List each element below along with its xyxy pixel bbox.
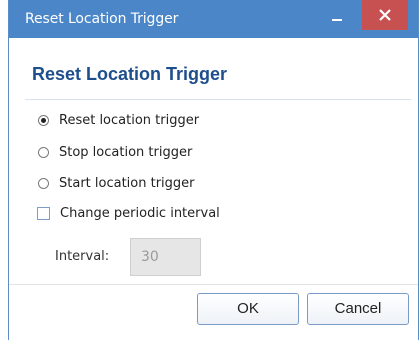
interval-input[interactable] — [130, 238, 201, 276]
radio-button-selected[interactable] — [38, 114, 49, 126]
change-periodic-interval-checkbox[interactable] — [37, 206, 50, 220]
radio-button[interactable] — [38, 177, 49, 189]
change-periodic-interval-checkbox-row[interactable]: Change periodic interval — [37, 203, 220, 223]
radio-start-location-trigger[interactable]: Start location trigger — [38, 173, 195, 193]
title-bar[interactable]: Reset Location Trigger — [9, 0, 418, 38]
radio-button[interactable] — [38, 146, 49, 158]
footer-divider — [9, 284, 418, 285]
radio-label: Start location trigger — [59, 175, 195, 191]
radio-label: Reset location trigger — [59, 112, 200, 128]
radio-reset-location-trigger[interactable]: Reset location trigger — [38, 110, 199, 130]
interval-label: Interval: — [55, 249, 110, 264]
close-button[interactable] — [362, 0, 408, 30]
heading-divider — [25, 99, 411, 100]
checkbox-label: Change periodic interval — [60, 205, 220, 221]
radio-stop-location-trigger[interactable]: Stop location trigger — [38, 142, 192, 162]
ok-button[interactable]: OK — [197, 293, 299, 325]
radio-label: Stop location trigger — [59, 144, 193, 160]
dialog-window: Reset Location Trigger Reset Location Tr… — [8, 0, 419, 340]
window-title: Reset Location Trigger — [25, 11, 179, 27]
minimize-icon — [332, 19, 342, 21]
cancel-button[interactable]: Cancel — [307, 293, 409, 325]
dialog-heading: Reset Location Trigger — [32, 64, 228, 84]
minimize-button[interactable] — [327, 8, 347, 28]
close-icon — [379, 9, 391, 21]
